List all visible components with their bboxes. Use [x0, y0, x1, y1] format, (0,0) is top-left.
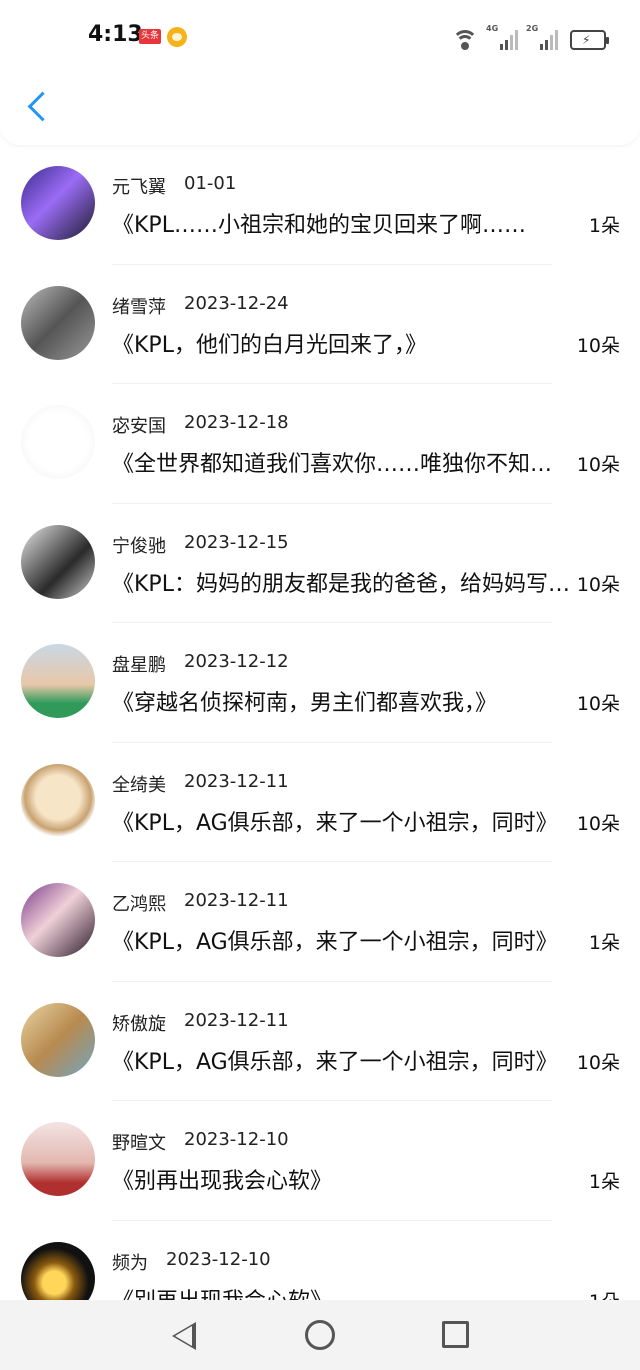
- flower-count: 10朵: [576, 454, 620, 476]
- gift-record-list: 元飞翼 01-01 《KPL……小祖宗和她的宝贝回来了啊…… 1朵 绪雪萍 2023-12…: [0, 145, 640, 1300]
- list-item[interactable]: 矫傲旋 2023-12-11 《KPL，AG俱乐部，来了一个小祖宗，同时》 10朵: [0, 982, 640, 1101]
- record-date: 2023-12-18: [184, 412, 289, 433]
- record-date: 2023-12-11: [184, 770, 289, 792]
- system-navigation-bar: [0, 1300, 640, 1370]
- flower-count: 10朵: [576, 812, 620, 835]
- avatar[interactable]: [21, 1002, 95, 1077]
- record-date: 01-01: [184, 173, 237, 194]
- user-name: 盘星鹏: [112, 655, 166, 676]
- record-date: 2023-12-24: [184, 292, 289, 314]
- flower-count: 10朵: [576, 693, 620, 715]
- avatar[interactable]: [21, 285, 95, 360]
- status-time: 4:13: [88, 22, 143, 47]
- user-name: 乙鸿熙: [112, 894, 166, 915]
- list-item[interactable]: 乙鸿熙 2023-12-11 《KPL，AG俱乐部，来了一个小祖宗，同时》 1朵: [0, 862, 640, 982]
- nav-home-icon[interactable]: [305, 1320, 335, 1350]
- book-title[interactable]: 《穿越名侦探柯南，男主们都喜欢我，》: [112, 685, 572, 717]
- record-date: 2023-12-11: [184, 1009, 289, 1031]
- record-date: 2023-12-12: [184, 651, 289, 672]
- user-name: 频为: [112, 1252, 148, 1274]
- app-notification-icon: [167, 27, 187, 47]
- battery-charging-icon: ⚡: [570, 30, 609, 50]
- record-date: 2023-12-10: [184, 1129, 289, 1150]
- book-title[interactable]: 《别再出现我会心软》: [112, 1283, 572, 1301]
- back-button[interactable]: [20, 90, 56, 126]
- user-name: 矫傲旋: [112, 1013, 166, 1035]
- avatar[interactable]: [21, 524, 95, 599]
- list-item[interactable]: 元飞翼 01-01 《KPL……小祖宗和她的宝贝回来了啊…… 1朵: [0, 145, 640, 265]
- avatar[interactable]: [21, 1241, 95, 1300]
- list-item[interactable]: 野暄文 2023-12-10 《别再出现我会心软》 1朵: [0, 1101, 640, 1221]
- flower-count: 10朵: [576, 1051, 620, 1074]
- system-icons: 4G 2G ⚡: [452, 24, 609, 50]
- user-name: 元飞翼: [112, 177, 166, 198]
- flower-count: 10朵: [576, 334, 620, 357]
- flower-count: 10朵: [576, 573, 620, 596]
- user-name: 宁俊驰: [112, 535, 166, 557]
- book-title[interactable]: 《KPL，AG俱乐部，来了一个小祖宗，同时》: [112, 805, 572, 837]
- avatar[interactable]: [21, 644, 95, 718]
- book-title[interactable]: 《KPL，AG俱乐部，来了一个小祖宗，同时》: [112, 1044, 572, 1076]
- record-date: 2023-12-15: [184, 531, 289, 553]
- top-app-bar: 4:13 头条 4G 2G ⚡: [0, 0, 640, 145]
- avatar[interactable]: [21, 1122, 95, 1196]
- avatar[interactable]: [21, 763, 95, 838]
- record-date: 2023-12-11: [184, 890, 289, 911]
- book-title[interactable]: 《别再出现我会心软》: [112, 1163, 572, 1195]
- nav-back-icon[interactable]: [172, 1322, 196, 1350]
- flower-count: 1朵: [589, 1287, 620, 1301]
- book-title[interactable]: 《KPL：妈妈的朋友都是我的爸爸，给妈妈写信》: [112, 566, 572, 598]
- user-name: 宓安国: [112, 416, 166, 437]
- list-item[interactable]: 盘星鹏 2023-12-12 《穿越名侦探柯南，男主们都喜欢我，》 10朵: [0, 623, 640, 743]
- avatar[interactable]: [21, 166, 95, 240]
- book-title[interactable]: 《KPL，AG俱乐部，来了一个小祖宗，同时》: [112, 924, 572, 956]
- flower-count: 1朵: [588, 932, 620, 954]
- cellular-signal-icon-2: 2G: [526, 24, 558, 50]
- avatar[interactable]: [21, 405, 95, 479]
- status-bar: 4:13 头条 4G 2G ⚡: [0, 0, 640, 70]
- nav-recents-icon[interactable]: [442, 1321, 469, 1348]
- book-title[interactable]: 《全世界都知道我们喜欢你……唯独你不知道》: [112, 446, 572, 478]
- flower-count: 1朵: [588, 215, 620, 237]
- user-name: 绪雪萍: [112, 296, 166, 318]
- book-title[interactable]: 《KPL，他们的白月光回来了，》: [112, 327, 572, 359]
- cellular-signal-icon: 4G: [486, 24, 518, 50]
- list-item[interactable]: 宓安国 2023-12-18 《全世界都知道我们喜欢你……唯独你不知道》 10朵: [0, 384, 640, 504]
- avatar[interactable]: [21, 883, 95, 957]
- book-title[interactable]: 《KPL……小祖宗和她的宝贝回来了啊……: [112, 207, 572, 239]
- list-item[interactable]: 频为 2023-12-10 《别再出现我会心软》 1朵: [0, 1221, 640, 1301]
- record-date: 2023-12-10: [166, 1248, 271, 1270]
- wifi-icon: [452, 28, 478, 50]
- list-item[interactable]: 绪雪萍 2023-12-24 《KPL，他们的白月光回来了，》 10朵: [0, 265, 640, 384]
- user-name: 全绮美: [112, 774, 166, 796]
- list-item[interactable]: 全绮美 2023-12-11 《KPL，AG俱乐部，来了一个小祖宗，同时》 10朵: [0, 743, 640, 862]
- list-item[interactable]: 宁俊驰 2023-12-15 《KPL：妈妈的朋友都是我的爸爸，给妈妈写信》 10朵: [0, 504, 640, 623]
- toutiao-notification-icon: 头条: [139, 29, 161, 44]
- flower-count: 1朵: [588, 1171, 620, 1193]
- user-name: 野暄文: [112, 1133, 166, 1154]
